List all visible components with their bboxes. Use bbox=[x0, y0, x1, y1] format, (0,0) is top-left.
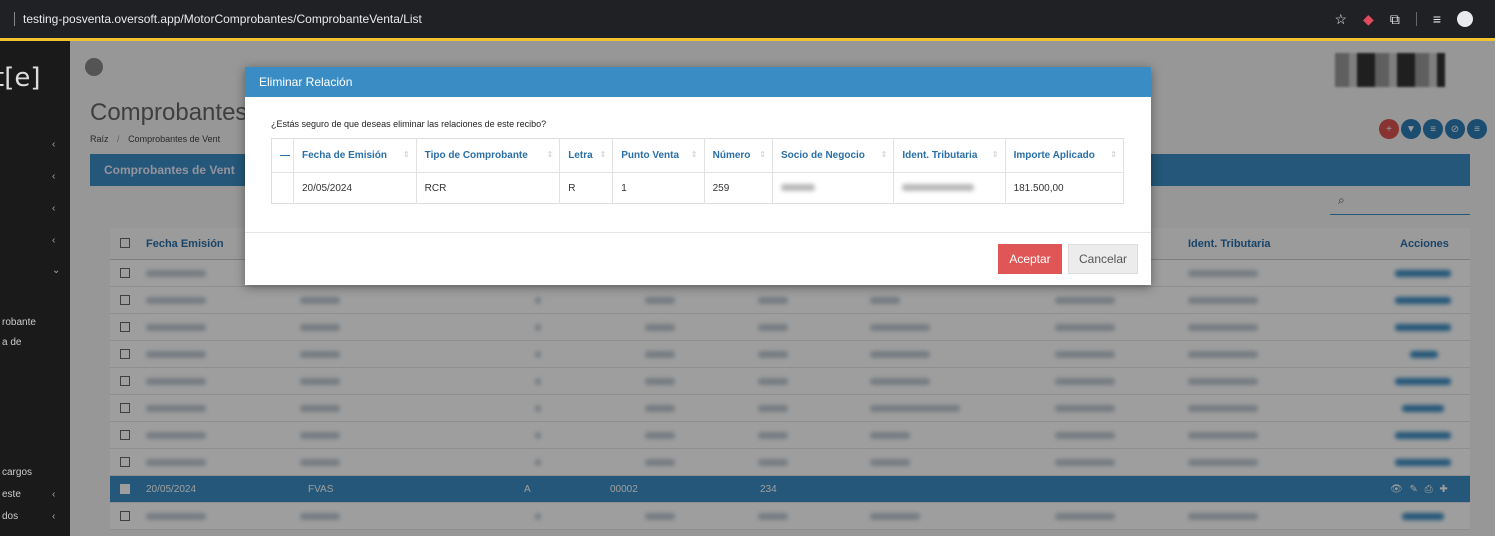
accept-button[interactable]: Aceptar bbox=[998, 244, 1062, 274]
chevron-left-icon[interactable]: ‹ bbox=[52, 511, 55, 522]
column-header-importe[interactable]: Importe Aplicado ⇕ bbox=[1005, 138, 1125, 173]
delete-relation-dialog: Eliminar Relación ¿Estás seguro de que d… bbox=[245, 67, 1151, 285]
sort-icon: ⇕ bbox=[880, 150, 888, 159]
column-header-socio[interactable]: Socio de Negocio ⇕ bbox=[772, 138, 895, 173]
sort-icon: ⇕ bbox=[690, 150, 698, 159]
toolbar-divider bbox=[1415, 12, 1417, 26]
sidebar-item-label[interactable]: este bbox=[2, 489, 21, 500]
cell-tipo: RCR bbox=[416, 172, 561, 204]
sidebar: t[e] ‹ ‹ ‹ ‹ ⌄ robante a de cargos este … bbox=[0, 41, 70, 536]
cell-fecha: 20/05/2024 bbox=[293, 172, 417, 204]
extension-icon[interactable]: ◆ bbox=[1363, 11, 1374, 28]
cell-ident bbox=[893, 172, 1006, 204]
column-header-fecha[interactable]: Fecha de Emisión ⇕ bbox=[293, 138, 417, 173]
sort-icon: ⇕ bbox=[759, 150, 766, 159]
profile-avatar-icon[interactable] bbox=[1457, 11, 1473, 27]
cell-importe: 181.500,00 bbox=[1005, 172, 1125, 204]
column-label: Punto Venta bbox=[621, 150, 680, 161]
column-label: Número bbox=[712, 150, 751, 161]
sort-icon: ⇕ bbox=[402, 150, 410, 159]
dialog-divider bbox=[245, 232, 1151, 233]
chevron-down-icon[interactable]: ⌄ bbox=[52, 265, 60, 276]
row-spacer bbox=[271, 172, 294, 204]
address-bar[interactable]: testing-posventa.oversoft.app/MotorCompr… bbox=[14, 12, 1334, 27]
column-label: Importe Aplicado bbox=[1013, 150, 1095, 161]
redacted-text bbox=[781, 183, 815, 191]
sort-icon: ⇕ bbox=[1110, 150, 1117, 159]
dialog-title: Eliminar Relación bbox=[245, 67, 1151, 97]
table-row: 20/05/2024 RCR R 1 259 181.500,00 bbox=[271, 172, 1125, 204]
column-label: Tipo de Comprobante bbox=[424, 150, 528, 161]
app-logo: t[e] bbox=[0, 63, 41, 93]
column-header-ident[interactable]: Ident. Tributaria ⇕ bbox=[893, 138, 1006, 173]
redacted-text bbox=[902, 183, 975, 191]
sort-icon: ⇕ bbox=[991, 150, 999, 159]
relations-table: — Fecha de Emisión ⇕ Tipo de Comprobante ⇕… bbox=[271, 138, 1125, 204]
column-header-letra[interactable]: Letra ⇕ bbox=[559, 138, 614, 173]
dialog-question: ¿Estás seguro de que deseas eliminar las… bbox=[271, 119, 547, 129]
column-header-numero[interactable]: Número ⇕ bbox=[704, 138, 774, 173]
chevron-left-icon[interactable]: ‹ bbox=[52, 203, 55, 214]
sort-icon: ⇕ bbox=[599, 150, 607, 159]
sort-icon: ⇕ bbox=[546, 150, 554, 159]
browser-toolbar: testing-posventa.oversoft.app/MotorCompr… bbox=[0, 0, 1495, 38]
collapse-toggle[interactable]: — bbox=[271, 138, 294, 173]
sidebar-item-label[interactable]: robante bbox=[2, 317, 36, 328]
browser-icons: ☆ ◆ ⧉ ≡ bbox=[1334, 11, 1473, 28]
cell-punto: 1 bbox=[612, 172, 705, 204]
column-label: Fecha de Emisión bbox=[302, 150, 388, 161]
chevron-left-icon[interactable]: ‹ bbox=[52, 139, 55, 150]
chevron-left-icon[interactable]: ‹ bbox=[52, 171, 55, 182]
sidebar-item-label[interactable]: a de bbox=[2, 337, 21, 348]
cancel-button[interactable]: Cancelar bbox=[1068, 244, 1138, 274]
column-label: Socio de Negocio bbox=[781, 150, 865, 161]
sidebar-item-label[interactable]: dos bbox=[2, 511, 18, 522]
chevron-left-icon[interactable]: ‹ bbox=[52, 235, 55, 246]
cell-socio bbox=[772, 172, 895, 204]
table-header-row: — Fecha de Emisión ⇕ Tipo de Comprobante ⇕… bbox=[271, 138, 1125, 173]
extensions-puzzle-icon[interactable]: ⧉ bbox=[1390, 11, 1400, 28]
bookmark-star-icon[interactable]: ☆ bbox=[1334, 11, 1347, 28]
sidebar-item-label[interactable]: cargos bbox=[2, 467, 32, 478]
column-header-punto[interactable]: Punto Venta ⇕ bbox=[612, 138, 705, 173]
cell-numero: 259 bbox=[704, 172, 774, 204]
chevron-left-icon[interactable]: ‹ bbox=[52, 489, 55, 500]
column-label: Ident. Tributaria bbox=[902, 150, 978, 161]
media-control-icon[interactable]: ≡ bbox=[1433, 11, 1441, 27]
column-header-tipo[interactable]: Tipo de Comprobante ⇕ bbox=[416, 138, 561, 173]
column-label: Letra bbox=[568, 150, 593, 161]
cell-letra: R bbox=[559, 172, 614, 204]
